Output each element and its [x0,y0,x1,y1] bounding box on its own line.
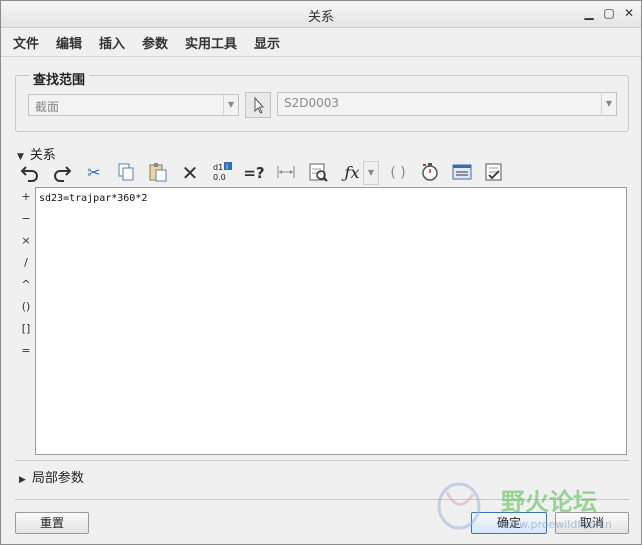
evaluate-icon[interactable]: =? [241,161,267,185]
cancel-button[interactable]: 取消 [555,512,629,534]
verify-icon[interactable] [481,161,507,185]
close-icon[interactable]: ✕ [621,5,637,21]
title-bar: 关系 ▁ ▢ ✕ [1,1,641,28]
maximize-icon[interactable]: ▢ [601,5,617,21]
local-params-header[interactable]: ▶ 局部参数 [19,467,84,486]
relations-dialog: 关系 ▁ ▢ ✕ 文件 编辑 插入 参数 实用工具 显示 查找范围 截面 ▼ S… [0,0,642,545]
brackets-icon[interactable]: ( ) [385,161,411,185]
op-power-button[interactable]: ^ [19,278,33,291]
pointer-icon [254,96,265,114]
op-multiply-button[interactable]: × [19,234,33,247]
stopwatch-icon[interactable] [417,161,443,185]
paste-icon[interactable] [145,161,171,185]
function-icon[interactable]: ƒx [339,161,365,185]
op-equals-button[interactable]: = [19,344,33,357]
local-params-label: 局部参数 [31,471,84,486]
svg-text:d1: d1 [213,163,223,172]
window-title: 关系 [307,10,334,25]
divider [15,499,629,500]
select-pointer-button[interactable] [245,92,271,118]
svg-text:0.0: 0.0 [213,173,226,182]
dimension-icon[interactable] [273,161,299,185]
op-divide-button[interactable]: / [19,256,33,269]
undo-icon[interactable] [17,161,43,185]
lookup-item-value: S2D0003 [284,96,340,110]
switch-dims-icon[interactable]: d1 0.0 i [209,161,235,185]
op-plus-button[interactable]: + [19,190,33,203]
lookup-type-value: 截面 [35,100,60,114]
menu-bar: 文件 编辑 插入 参数 实用工具 显示 [1,28,641,57]
chevron-down-icon: ▼ [223,95,238,115]
reset-button[interactable]: 重置 [15,512,89,534]
redo-icon[interactable] [49,161,75,185]
relations-text-area[interactable]: sd23=trajpar*360*2 [36,188,626,454]
function-dropdown-icon[interactable]: ▼ [363,161,379,185]
lookup-legend: 查找范围 [29,69,90,88]
relations-editor[interactable]: sd23=trajpar*360*2 [35,187,627,455]
op-parens-button[interactable]: () [19,300,33,313]
expand-triangle-icon: ▶ [19,475,26,485]
svg-text:i: i [226,163,228,171]
menu-parameters[interactable]: 参数 [142,33,168,52]
sort-relations-icon[interactable] [305,161,331,185]
menu-utilities[interactable]: 实用工具 [185,33,237,52]
minimize-icon[interactable]: ▁ [581,5,597,21]
lookup-item-select[interactable]: S2D0003 ▼ [277,92,617,116]
menu-file[interactable]: 文件 [13,33,39,52]
chevron-down-icon: ▼ [601,93,616,115]
delete-icon[interactable]: ✕ [177,161,203,185]
lookup-type-select[interactable]: 截面 ▼ [28,94,239,116]
op-minus-button[interactable]: − [19,212,33,225]
copy-icon[interactable] [113,161,139,185]
divider [15,460,629,461]
cut-icon[interactable]: ✂ [81,161,107,185]
menu-insert[interactable]: 插入 [99,33,125,52]
ok-button[interactable]: 确定 [471,512,547,534]
display-icon[interactable] [449,161,475,185]
menu-edit[interactable]: 编辑 [56,33,82,52]
op-brackets-button[interactable]: [] [19,322,33,335]
menu-display[interactable]: 显示 [254,33,280,52]
